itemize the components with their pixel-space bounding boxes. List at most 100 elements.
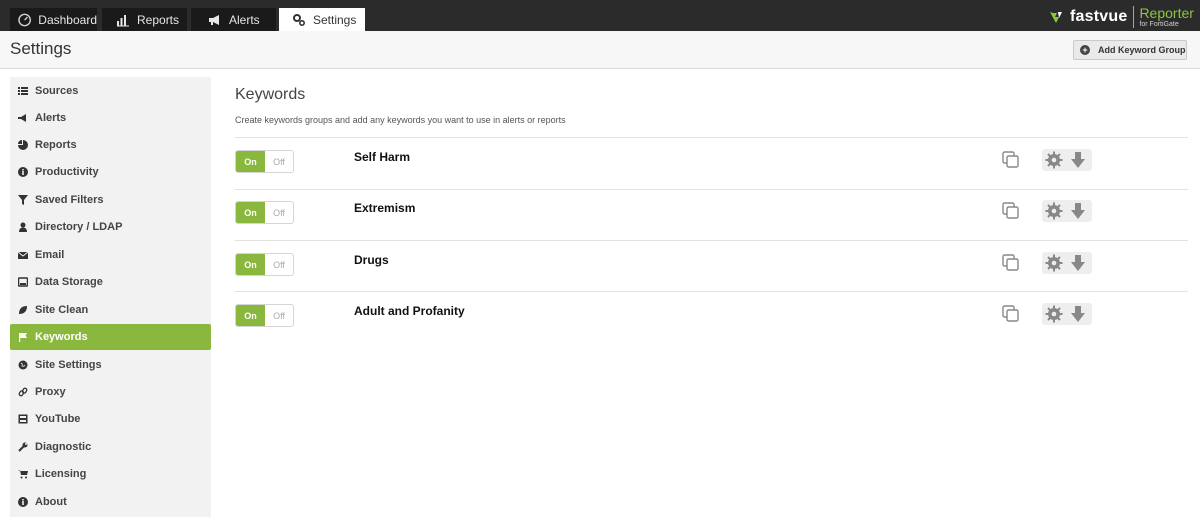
sidebar-item-proxy[interactable]: Proxy <box>10 379 211 405</box>
download-arrow-icon[interactable] <box>1070 202 1086 220</box>
toggle-off[interactable]: Off <box>265 151 293 172</box>
sidebar-item-site-clean[interactable]: Site Clean <box>10 297 211 323</box>
sidebar-item-email[interactable]: Email <box>10 242 211 268</box>
row-actions <box>1042 303 1092 325</box>
sidebar-item-sources[interactable]: Sources <box>10 78 211 104</box>
keyword-group-row: On Off Extremism <box>235 189 1188 239</box>
sidebar-item-reports[interactable]: Reports <box>10 132 211 158</box>
flag-icon <box>19 333 27 342</box>
tab-reports[interactable]: Reports <box>102 8 187 31</box>
brand-subtitle: for FortiGate <box>1139 21 1179 28</box>
keyword-group-name: Extremism <box>354 201 416 215</box>
copy-icon[interactable] <box>1002 202 1020 220</box>
info-icon <box>18 497 28 507</box>
keyword-group-name: Self Harm <box>354 150 411 164</box>
tab-alerts[interactable]: Alerts <box>191 8 276 31</box>
toggle-off[interactable]: Off <box>265 305 293 326</box>
gear-icon[interactable] <box>1045 202 1063 220</box>
sidebar-item-productivity[interactable]: Productivity <box>10 159 211 185</box>
gears-icon <box>293 13 306 26</box>
toggle-off[interactable]: Off <box>265 202 293 223</box>
fastvue-logo-icon <box>1050 12 1062 23</box>
keyword-group-row: On Off Self Harm <box>235 138 1188 188</box>
tab-dashboard[interactable]: Dashboard <box>10 8 97 31</box>
sidebar-item-label: Directory / LDAP <box>35 221 123 233</box>
plus-circle-icon: + <box>1080 45 1090 55</box>
list-icon <box>18 87 28 95</box>
link-icon <box>18 387 28 397</box>
brand-name: fastvue <box>1070 8 1128 25</box>
keyword-group-row: On Off Drugs <box>235 241 1188 291</box>
info-circle-icon <box>18 167 28 177</box>
brand-logo: fastvue Reporter for FortiGate <box>1050 5 1194 29</box>
sidebar-item-label: Proxy <box>35 386 66 398</box>
top-nav-bar: Dashboard Reports Alerts Settings fastvu… <box>0 0 1200 31</box>
sidebar-item-about[interactable]: About <box>10 489 211 515</box>
enable-toggle[interactable]: On Off <box>235 253 294 276</box>
section-title: Keywords <box>235 86 306 103</box>
download-arrow-icon[interactable] <box>1070 305 1086 323</box>
user-icon <box>19 222 27 232</box>
sidebar-item-keywords[interactable]: Keywords <box>10 324 211 350</box>
page-title: Settings <box>10 39 72 58</box>
enable-toggle[interactable]: On Off <box>235 150 294 173</box>
toggle-on[interactable]: On <box>236 151 265 172</box>
sidebar-item-label: Reports <box>35 139 77 151</box>
gear-icon[interactable] <box>1045 151 1063 169</box>
leaf-icon <box>19 306 27 314</box>
sidebar-item-directory-ldap[interactable]: Directory / LDAP <box>10 214 211 240</box>
sidebar-item-label: YouTube <box>35 413 81 425</box>
megaphone-icon <box>18 114 26 122</box>
dashboard-icon <box>18 13 32 26</box>
keyword-group-row: On Off Adult and Profanity <box>235 292 1188 342</box>
copy-icon[interactable] <box>1002 151 1020 169</box>
add-keyword-group-button[interactable]: + Add Keyword Group <box>1073 40 1187 60</box>
sidebar-item-label: Alerts <box>35 112 67 124</box>
sidebar-item-label: Site Settings <box>35 359 102 371</box>
add-button-label: Add Keyword Group <box>1098 45 1186 55</box>
sidebar-item-label: Keywords <box>35 331 88 343</box>
sidebar-item-label: Productivity <box>35 166 99 178</box>
envelope-icon <box>18 251 28 259</box>
sidebar-item-label: Saved Filters <box>35 194 104 206</box>
download-arrow-icon[interactable] <box>1070 254 1086 272</box>
sidebar-item-saved-filters[interactable]: Saved Filters <box>10 187 211 213</box>
gear-icon[interactable] <box>1045 305 1063 323</box>
tab-label: Reports <box>137 12 180 27</box>
sidebar-item-data-storage[interactable]: Data Storage <box>10 269 211 295</box>
toggle-on[interactable]: On <box>236 254 265 275</box>
row-actions <box>1042 149 1092 171</box>
gear-icon[interactable] <box>1045 254 1063 272</box>
sidebar-item-label: Data Storage <box>35 276 103 288</box>
brand-divider <box>1133 6 1135 28</box>
bar-chart-icon <box>117 14 129 26</box>
toggle-on[interactable]: On <box>236 305 265 326</box>
sidebar-item-label: Site Clean <box>35 304 89 316</box>
keyword-group-name: Adult and Profanity <box>354 304 465 318</box>
pie-chart-icon <box>18 140 28 150</box>
sidebar-item-licensing[interactable]: Licensing <box>10 461 211 487</box>
page-header: Settings + Add Keyword Group <box>0 31 1200 69</box>
tab-label: Dashboard <box>38 12 97 27</box>
settings-sidebar: Sources Alerts Reports Productivity Save… <box>10 77 211 517</box>
tab-settings[interactable]: Settings <box>279 8 365 31</box>
brand-product: Reporter <box>1139 5 1194 21</box>
toggle-off[interactable]: Off <box>265 254 293 275</box>
sidebar-item-label: Licensing <box>35 468 87 480</box>
sidebar-item-site-settings[interactable]: Site Settings <box>10 352 211 378</box>
sidebar-item-diagnostic[interactable]: Diagnostic <box>10 434 211 460</box>
tab-label: Alerts <box>229 12 260 27</box>
video-icon <box>18 414 28 424</box>
row-actions <box>1042 252 1092 274</box>
toggle-on[interactable]: On <box>236 202 265 223</box>
copy-icon[interactable] <box>1002 305 1020 323</box>
sidebar-item-youtube[interactable]: YouTube <box>10 406 211 432</box>
copy-icon[interactable] <box>1002 254 1020 272</box>
wrench-icon <box>18 442 28 452</box>
enable-toggle[interactable]: On Off <box>235 201 294 224</box>
sidebar-item-alerts[interactable]: Alerts <box>10 105 211 131</box>
download-arrow-icon[interactable] <box>1070 151 1086 169</box>
enable-toggle[interactable]: On Off <box>235 304 294 327</box>
section-description: Create keywords groups and add any keywo… <box>235 115 566 125</box>
sidebar-item-label: Email <box>35 249 65 261</box>
